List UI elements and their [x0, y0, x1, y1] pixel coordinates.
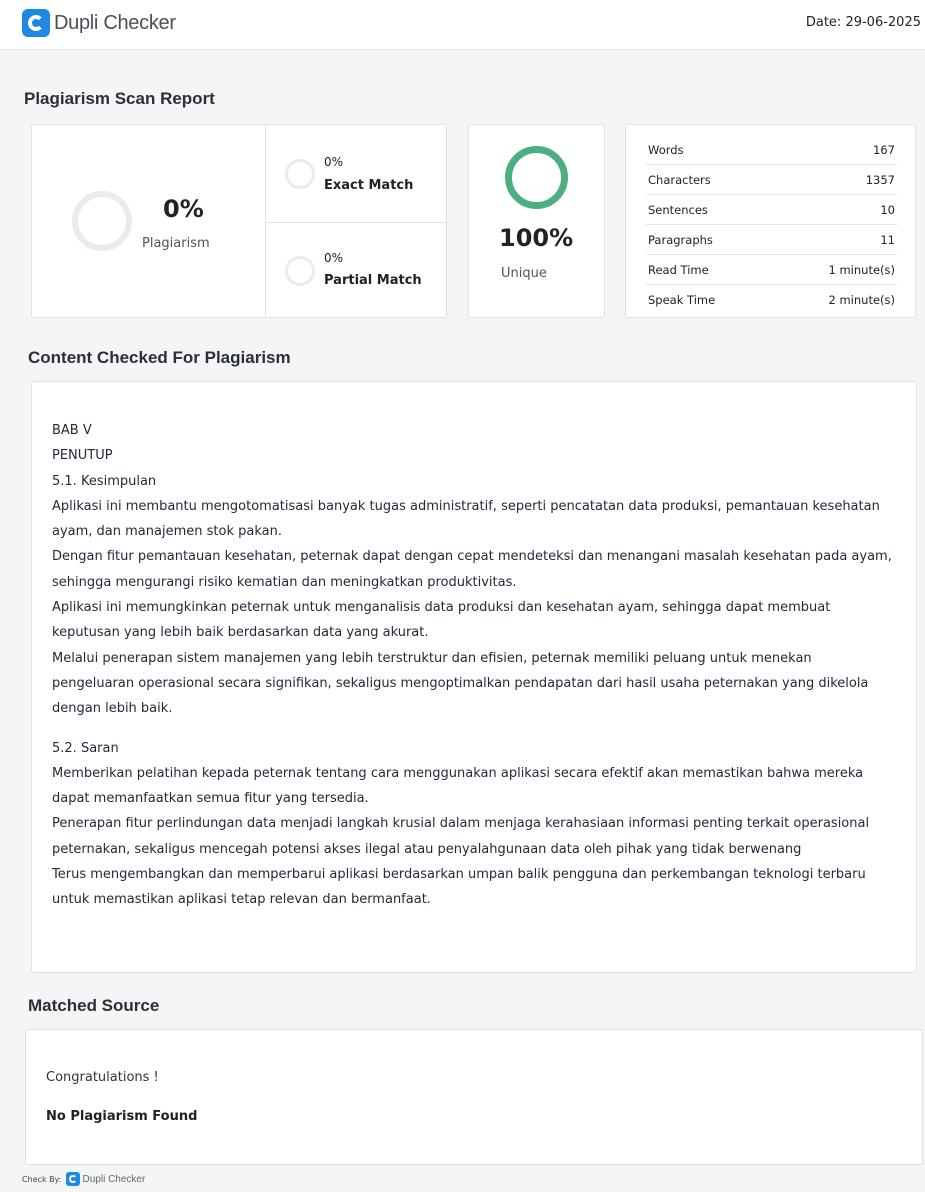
- unique-card: 100% Unique: [468, 124, 605, 318]
- brand-name: Dupli Checker: [54, 11, 176, 34]
- exact-match-label: Exact Match: [324, 178, 414, 193]
- stat-label: Read Time: [648, 263, 709, 277]
- stat-row-read-time: Read Time 1 minute(s): [646, 255, 897, 285]
- dupli-checker-logo[interactable]: Dupli Checker: [22, 8, 176, 38]
- content-line: 5.1. Kesimpulan: [52, 473, 157, 489]
- unique-percent: 100%: [499, 224, 574, 252]
- partial-match-label: Partial Match: [324, 273, 422, 288]
- stat-value: 1 minute(s): [828, 263, 896, 277]
- matched-source-title: Matched Source: [28, 996, 160, 1015]
- partial-match-percent: 0%: [324, 251, 344, 265]
- stat-row-speak-time: Speak Time 2 minute(s): [646, 285, 897, 315]
- content-line: Penerapan fitur perlindungan data menjad…: [52, 816, 870, 857]
- plagiarism-ring: [72, 191, 132, 251]
- unique-label: Unique: [501, 266, 547, 281]
- content-line: 5.2. Saran: [52, 740, 119, 756]
- check-by-label: Check By:: [22, 1174, 62, 1184]
- plagiarism-percent: 0%: [163, 195, 204, 223]
- stat-value: 11: [880, 233, 895, 247]
- no-plagiarism-text: No Plagiarism Found: [46, 1109, 198, 1124]
- card-divider-horizontal: [265, 222, 447, 223]
- unique-ring: [505, 146, 568, 209]
- dupli-checker-logo-icon: [22, 9, 50, 37]
- stat-value: 167: [873, 143, 895, 157]
- top-bar: Dupli Checker Date: 29-06-2025: [0, 0, 925, 50]
- content-line: Memberikan pelatihan kepada peternak ten…: [52, 765, 864, 807]
- stat-value: 1357: [865, 173, 895, 187]
- card-divider-vertical: [265, 125, 266, 317]
- plagiarism-label: Plagiarism: [142, 236, 210, 251]
- content-line: Aplikasi ini membantu mengotomatisasi ba…: [52, 498, 880, 540]
- content-line: PENUTUP: [52, 448, 113, 464]
- footer-logo-icon: [65, 1172, 80, 1186]
- content-section-title: Content Checked For Plagiarism: [28, 348, 291, 367]
- content-gap: [52, 722, 892, 736]
- content-line: Terus mengembangkan dan memperbarui apli…: [52, 867, 866, 908]
- stat-value: 10: [880, 203, 895, 217]
- content-line: Dengan fitur pemantauan kesehatan, peter…: [52, 549, 892, 590]
- stat-label: Sentences: [648, 203, 708, 217]
- stats-card: Words 167 Characters 1357 Sentences 10 P…: [625, 124, 916, 318]
- stat-value: 2 minute(s): [828, 293, 896, 307]
- content-line: Melalui penerapan sistem manajemen yang …: [52, 650, 869, 717]
- partial-match-ring: [285, 256, 315, 286]
- stat-row-sentences: Sentences 10: [646, 195, 897, 225]
- content-card: BAB V PENUTUP 5.1. Kesimpulan Aplikasi i…: [31, 381, 917, 973]
- report-date: Date: 29-06-2025: [805, 15, 921, 30]
- content-line: Aplikasi ini memungkinkan peternak untuk…: [52, 600, 831, 641]
- congratulations-text: Congratulations !: [46, 1070, 159, 1085]
- exact-match-ring: [285, 159, 315, 189]
- matched-source-card: Congratulations ! No Plagiarism Found: [25, 1029, 923, 1165]
- stat-row-paragraphs: Paragraphs 11: [646, 225, 897, 255]
- stat-label: Characters: [648, 173, 711, 187]
- stat-label: Paragraphs: [648, 233, 713, 247]
- stat-label: Words: [648, 143, 684, 157]
- exact-match-percent: 0%: [324, 155, 344, 169]
- checked-content: BAB V PENUTUP 5.1. Kesimpulan Aplikasi i…: [52, 418, 892, 913]
- plagiarism-card: 0% Plagiarism 0% Exact Match 0% Partial …: [31, 124, 447, 318]
- content-line: BAB V: [52, 423, 92, 438]
- report-title: Plagiarism Scan Report: [24, 89, 215, 108]
- stat-row-characters: Characters 1357: [646, 165, 897, 195]
- footer-check-by: Check By: Dupli Checker: [22, 1172, 145, 1186]
- footer-brand[interactable]: Dupli Checker: [83, 1174, 146, 1185]
- stat-label: Speak Time: [648, 293, 716, 307]
- stat-row-words: Words 167: [646, 135, 897, 165]
